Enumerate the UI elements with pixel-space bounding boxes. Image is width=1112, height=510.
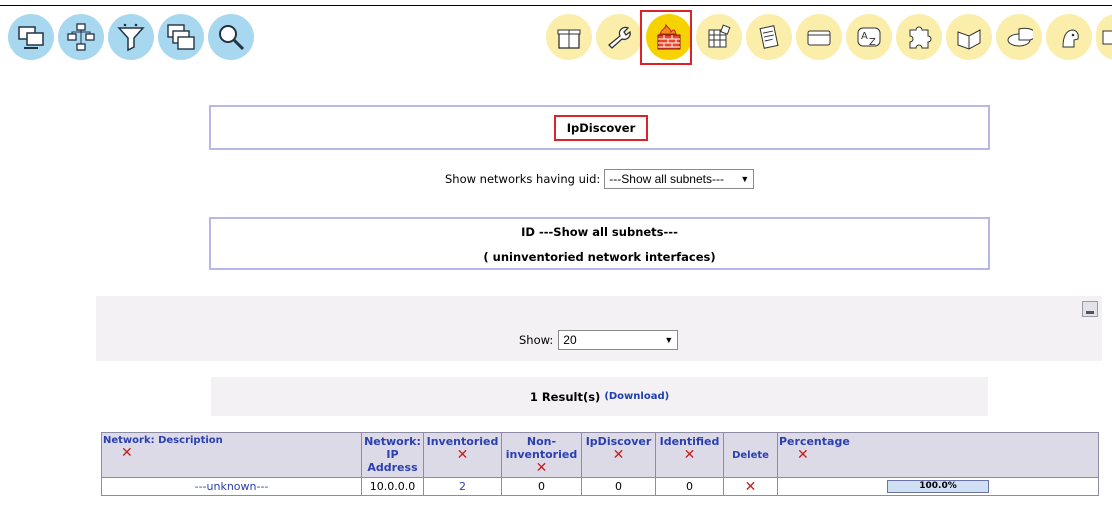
network-table: Network: Description ✕ Network: IP Addre… [101, 432, 1099, 496]
active-tool-highlight [640, 10, 692, 65]
show-panel [96, 296, 1102, 361]
result-panel: 1 Result(s) (Download) [211, 377, 988, 416]
download-link[interactable]: (Download) [604, 391, 669, 402]
wrench-icon[interactable] [596, 14, 642, 60]
col-identified[interactable]: Identified ✕ [655, 432, 724, 478]
uid-filter-row: Show networks having uid: ---Show all su… [445, 169, 755, 189]
partial-icon[interactable] [1096, 14, 1112, 60]
identified-cell: 0 [655, 477, 724, 496]
inventoried-cell[interactable]: 2 [423, 477, 502, 496]
col-inventoried[interactable]: Inventoried ✕ [423, 432, 502, 478]
remove-column-icon[interactable]: ✕ [583, 448, 654, 462]
card-icon[interactable] [796, 14, 842, 60]
gift-package-icon[interactable] [546, 14, 592, 60]
book-icon[interactable] [946, 14, 992, 60]
col-ipdiscover[interactable]: IpDiscover ✕ [581, 432, 656, 478]
non-inventoried-cell: 0 [501, 477, 582, 496]
col-percentage[interactable]: Percentage ✕ [777, 432, 1099, 478]
a-z-sort-icon[interactable]: AZ [846, 14, 892, 60]
svg-text:Z: Z [869, 37, 876, 48]
filter-funnel-icon[interactable] [108, 14, 154, 60]
chevron-down-icon: ▼ [664, 335, 674, 345]
col-label: Percentage [779, 435, 850, 448]
col-label: Non-inventoried [505, 435, 578, 461]
page-title: IpDiscover [554, 115, 648, 141]
col-label: Delete [732, 449, 769, 461]
search-icon[interactable] [208, 14, 254, 60]
top-rule [0, 5, 1112, 6]
collapse-button[interactable] [1082, 301, 1098, 317]
svg-text:A: A [861, 31, 868, 42]
col-network-ip[interactable]: Network: IP Address [361, 432, 424, 478]
grid-table-icon[interactable] [696, 14, 742, 60]
network-description-cell[interactable]: ---unknown--- [101, 477, 362, 496]
left-toolbar [8, 14, 254, 60]
chevron-down-icon: ▼ [740, 174, 750, 184]
network-ip-cell: 10.0.0.0 [361, 477, 424, 496]
document-scroll-icon[interactable] [746, 14, 792, 60]
col-label: Network: IP Address [364, 435, 421, 474]
col-non-inventoried[interactable]: Non-inventoried ✕ [501, 432, 582, 478]
subnet-note-line: ( uninventoried network interfaces) [483, 250, 716, 264]
show-row: Show: 20 ▼ [519, 330, 679, 350]
remove-column-icon[interactable]: ✕ [657, 448, 722, 462]
table-header-row: Network: Description ✕ Network: IP Addre… [101, 432, 1099, 478]
percentage-cell: 100.0% [777, 477, 1099, 496]
ipdiscover-cell: 0 [581, 477, 656, 496]
col-delete: Delete [723, 432, 778, 478]
show-select[interactable]: 20 ▼ [558, 330, 679, 350]
network-tree-icon[interactable] [58, 14, 104, 60]
computers-icon[interactable] [8, 14, 54, 60]
uid-filter-label: Show networks having uid: [445, 172, 601, 186]
puzzle-icon[interactable] [896, 14, 942, 60]
show-value: 20 [563, 333, 577, 347]
remove-column-icon[interactable]: ✕ [797, 448, 1097, 462]
show-label: Show: [519, 333, 554, 347]
delete-cell: ✕ [723, 477, 778, 496]
result-count: 1 Result(s) [529, 389, 601, 404]
delete-icon[interactable]: ✕ [724, 480, 777, 494]
percentage-bar: 100.0% [887, 480, 989, 494]
subnet-panel: ID ---Show all subnets--- ( uninventorie… [209, 217, 990, 270]
table-row: ---unknown--- 10.0.0.0 2 0 0 0 ✕ 100.0% [101, 477, 1099, 496]
uid-filter-value: ---Show all subnets--- [609, 172, 724, 186]
windows-icon[interactable] [158, 14, 204, 60]
pie-chart-icon[interactable] [996, 14, 1042, 60]
right-toolbar: AZ [546, 14, 1112, 60]
col-network-description[interactable]: Network: Description ✕ [101, 432, 362, 478]
remove-column-icon[interactable]: ✕ [503, 461, 580, 475]
subnet-id-line: ID ---Show all subnets--- [521, 225, 678, 239]
remove-column-icon[interactable]: ✕ [425, 448, 500, 462]
uid-filter-select[interactable]: ---Show all subnets--- ▼ [604, 169, 755, 189]
remove-column-icon[interactable]: ✕ [121, 446, 360, 460]
user-help-icon[interactable] [1046, 14, 1092, 60]
